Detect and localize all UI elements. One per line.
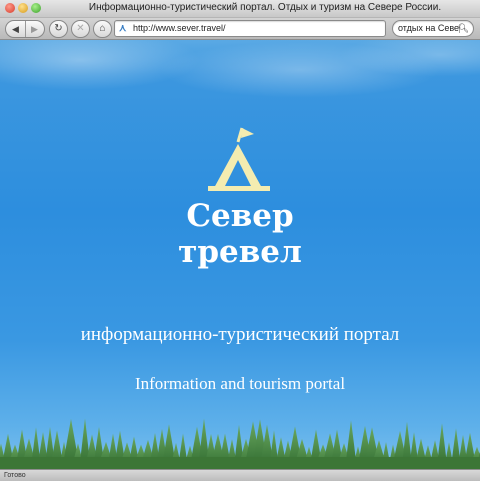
forward-button[interactable]: ▶ [25, 21, 44, 37]
window-titlebar: Информационно-туристический портал. Отды… [0, 0, 480, 18]
search-text[interactable]: отдых на Севере [398, 23, 460, 34]
back-button[interactable]: ◀ [6, 21, 26, 37]
sky-clouds [0, 40, 480, 130]
status-text: Готово [4, 472, 26, 479]
logo-title-line2: тревел [178, 234, 302, 270]
forest-floor [0, 457, 480, 469]
subtitle-english: Information and tourism portal [134, 374, 346, 393]
logo-title-line1: Север [186, 198, 294, 234]
forest-treeline [0, 418, 480, 469]
search-field[interactable]: отдых на Севере 🔍︎ [392, 20, 474, 37]
back-arrow-icon: ◀ [12, 24, 19, 34]
forward-arrow-icon: ▶ [31, 24, 38, 34]
site-favicon-icon: ⋏ [119, 23, 127, 34]
reload-icon: ↻ [54, 23, 63, 34]
reload-button[interactable]: ↻ [49, 20, 68, 38]
window-title: Информационно-туристический портал. Отды… [88, 2, 442, 13]
subtitle-russian: информационно-туристический портал [80, 324, 400, 345]
tent-logo-icon [208, 127, 270, 191]
zoom-window-button[interactable] [31, 3, 41, 13]
url-text[interactable]: http://www.sever.travel/ [133, 23, 226, 34]
home-icon: ⌂ [99, 23, 106, 34]
minimize-window-button[interactable] [18, 3, 28, 13]
stop-button[interactable]: ✕ [71, 20, 90, 38]
nav-buttons: ◀ ▶ [5, 20, 45, 38]
search-icon[interactable]: 🔍︎ [458, 22, 469, 35]
close-window-button[interactable] [5, 3, 15, 13]
address-bar[interactable]: ⋏ http://www.sever.travel/ [114, 20, 386, 37]
home-button[interactable]: ⌂ [93, 20, 112, 38]
page-content: Север тревел информационно-туристический… [0, 40, 480, 469]
status-bar: Готово [0, 469, 480, 481]
stop-icon: ✕ [76, 23, 85, 34]
browser-toolbar: ◀ ▶ ↻ ✕ ⌂ ⋏ http://www.sever.travel/ отд… [0, 18, 480, 40]
